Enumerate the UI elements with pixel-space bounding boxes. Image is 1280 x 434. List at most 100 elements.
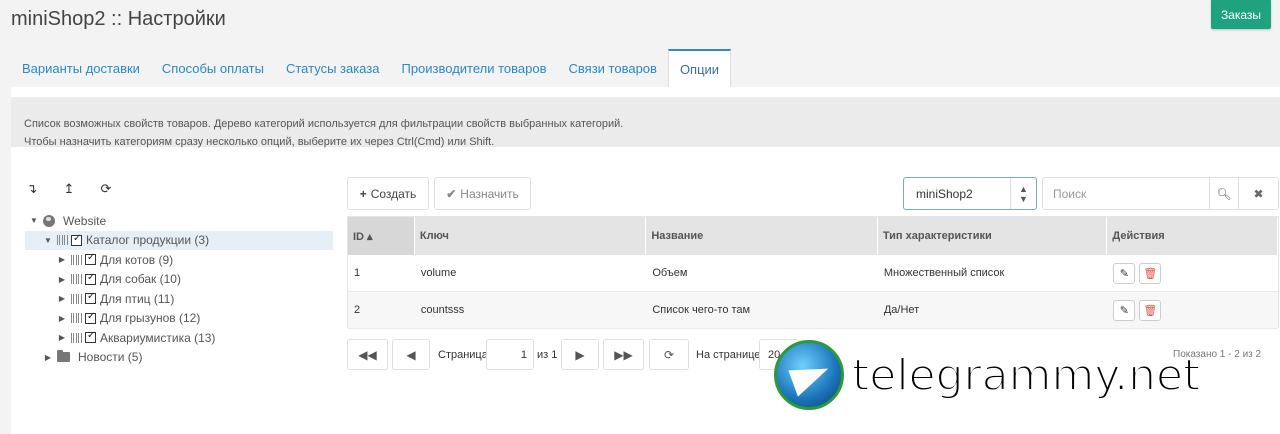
namespace-select-value: miniShop2: [916, 186, 973, 201]
expanded-arrow-icon[interactable]: ▼: [29, 216, 39, 225]
collapsed-arrow-icon[interactable]: ▶: [57, 314, 67, 323]
create-button-label: Создать: [370, 186, 417, 201]
assign-button[interactable]: ✔ Назначить: [434, 177, 531, 210]
watermark-text: telegrammy.net: [851, 349, 1201, 402]
category-tree: ▼ Website ▼ Каталог продукции (3) ▶ Для …: [25, 211, 333, 367]
prev-page-button[interactable]: ◀: [392, 339, 430, 370]
grid-header: ID ▴ Ключ Название Тип характеристики Де…: [348, 217, 1278, 255]
tree-node-category[interactable]: ▶ Для котов (9): [25, 250, 333, 270]
barcode-icon: [71, 254, 83, 265]
barcode-icon: [71, 332, 83, 343]
barcode-icon: [71, 274, 83, 285]
checkbox-icon[interactable]: [85, 311, 96, 324]
barcode-icon: [71, 313, 83, 324]
expand-all-icon[interactable]: ↴: [25, 181, 39, 197]
tab-vendors[interactable]: Производители товаров: [390, 49, 557, 87]
cell-type: Множественный список: [883, 267, 1005, 279]
cell-name: Список чего-то там: [652, 304, 751, 316]
column-header-actions: Действия: [1107, 217, 1278, 255]
search-icon[interactable]: 🔍︎: [1209, 178, 1238, 209]
select-caret-icon[interactable]: ▲ ▼: [1010, 178, 1036, 209]
edit-icon[interactable]: ✎: [1113, 262, 1136, 284]
tree-node-label: Для котов (9): [100, 252, 174, 267]
search-box: 🔍︎ ✖: [1042, 177, 1279, 210]
collapse-all-icon[interactable]: ↥: [62, 181, 76, 197]
barcode-icon: [57, 235, 69, 246]
tree-node-category[interactable]: ▶ Для грызунов (12): [25, 309, 333, 329]
cell-key: volume: [420, 267, 457, 279]
description-line-1: Список возможных свойств товаров. Дерево…: [24, 118, 624, 130]
options-grid: ID ▴ Ключ Название Тип характеристики Де…: [347, 216, 1279, 329]
checkbox-icon[interactable]: [85, 330, 96, 344]
tree-node-category[interactable]: ▶ Для собак (10): [25, 270, 333, 290]
page-count-label: из 1: [537, 348, 558, 361]
tree-node-label: Для собак (10): [100, 272, 181, 287]
checkbox-icon[interactable]: [85, 291, 96, 305]
delete-icon[interactable]: 🗑︎: [1139, 299, 1162, 321]
cell-id: 1: [354, 267, 361, 279]
tree-node-category[interactable]: ▶ Для птиц (11): [25, 289, 333, 309]
tree-node-category[interactable]: ▶ Аквариумистика (13): [25, 328, 333, 348]
globe-icon: [43, 214, 55, 227]
page-label: Страница: [438, 348, 488, 361]
cell-name: Объем: [652, 267, 688, 279]
tree-node-website[interactable]: ▼ Website: [25, 211, 333, 231]
tree-node-label: Каталог продукции (3): [86, 233, 210, 248]
expanded-arrow-icon[interactable]: ▼: [43, 236, 53, 245]
cell-key: countsss: [420, 304, 465, 316]
last-page-button[interactable]: ▶▶: [603, 339, 644, 370]
tree-node-label: Новости (5): [78, 350, 143, 365]
collapsed-arrow-icon[interactable]: ▶: [57, 255, 67, 264]
collapsed-arrow-icon[interactable]: ▶: [57, 275, 67, 284]
refresh-grid-button[interactable]: ⟳: [649, 339, 689, 370]
cell-actions: ✎ 🗑︎: [1107, 292, 1278, 328]
create-button[interactable]: + Создать: [347, 177, 429, 210]
tree-node-label: Для птиц (11): [100, 291, 175, 306]
checkbox-icon[interactable]: [71, 233, 82, 246]
tree-node-label: Для грызунов (12): [100, 311, 201, 326]
collapsed-arrow-icon[interactable]: ▶: [43, 353, 53, 362]
collapsed-arrow-icon[interactable]: ▶: [57, 294, 67, 303]
folder-icon: [57, 350, 70, 363]
cell-actions: ✎ 🗑︎: [1107, 255, 1278, 291]
orders-button[interactable]: Заказы: [1211, 0, 1271, 29]
column-header-name[interactable]: Название: [646, 217, 878, 255]
edit-icon[interactable]: ✎: [1113, 299, 1136, 321]
column-header-key[interactable]: Ключ: [415, 217, 647, 255]
next-page-button[interactable]: ▶: [561, 339, 599, 370]
search-input[interactable]: [1043, 178, 1209, 209]
column-header-id[interactable]: ID ▴: [348, 217, 415, 255]
checkbox-icon[interactable]: [85, 272, 96, 285]
tree-node-label: Аквариумистика (13): [100, 330, 216, 345]
tab-order-statuses[interactable]: Статусы заказа: [275, 49, 391, 87]
table-row[interactable]: 1 volume Объем Множественный список ✎ 🗑︎: [348, 255, 1278, 292]
refresh-icon[interactable]: ⟳: [99, 181, 113, 197]
per-page-label: На странице:: [696, 348, 764, 361]
tab-options[interactable]: Опции: [667, 49, 732, 87]
description-line-2: Чтобы назначить категориям сразу несколь…: [24, 136, 495, 148]
assign-button-label: Назначить: [460, 186, 519, 201]
plus-icon: +: [359, 186, 367, 201]
namespace-select[interactable]: miniShop2 ▲ ▼: [903, 177, 1037, 210]
delete-icon[interactable]: 🗑︎: [1139, 262, 1162, 284]
description-box: Список возможных свойств товаров. Дерево…: [11, 97, 1280, 148]
tabs-bar: Варианты доставки Способы оплаты Статусы…: [11, 49, 732, 87]
column-header-type[interactable]: Тип характеристики: [878, 217, 1108, 255]
page-title: miniShop2 :: Настройки: [11, 8, 226, 30]
tree-node-catalog[interactable]: ▼ Каталог продукции (3): [25, 230, 333, 250]
table-row[interactable]: 2 countsss Список чего-то там Да/Нет ✎ 🗑…: [348, 292, 1278, 329]
cell-id: 2: [354, 304, 361, 316]
tree-toolbar: ↴ ↥ ⟳: [25, 181, 113, 197]
cell-type: Да/Нет: [883, 304, 920, 316]
clear-icon[interactable]: ✖: [1238, 178, 1278, 209]
tab-product-links[interactable]: Связи товаров: [558, 49, 668, 87]
watermark: telegrammy.net: [774, 340, 1201, 410]
tree-node-news[interactable]: ▶ Новости (5): [25, 348, 333, 368]
first-page-button[interactable]: ◀◀: [347, 339, 388, 370]
tree-node-label: Website: [63, 213, 107, 228]
page-number-input[interactable]: 1: [486, 339, 534, 370]
tab-payment[interactable]: Способы оплаты: [151, 49, 275, 87]
checkbox-icon[interactable]: [85, 252, 96, 266]
tab-delivery[interactable]: Варианты доставки: [11, 49, 151, 87]
collapsed-arrow-icon[interactable]: ▶: [57, 333, 67, 342]
